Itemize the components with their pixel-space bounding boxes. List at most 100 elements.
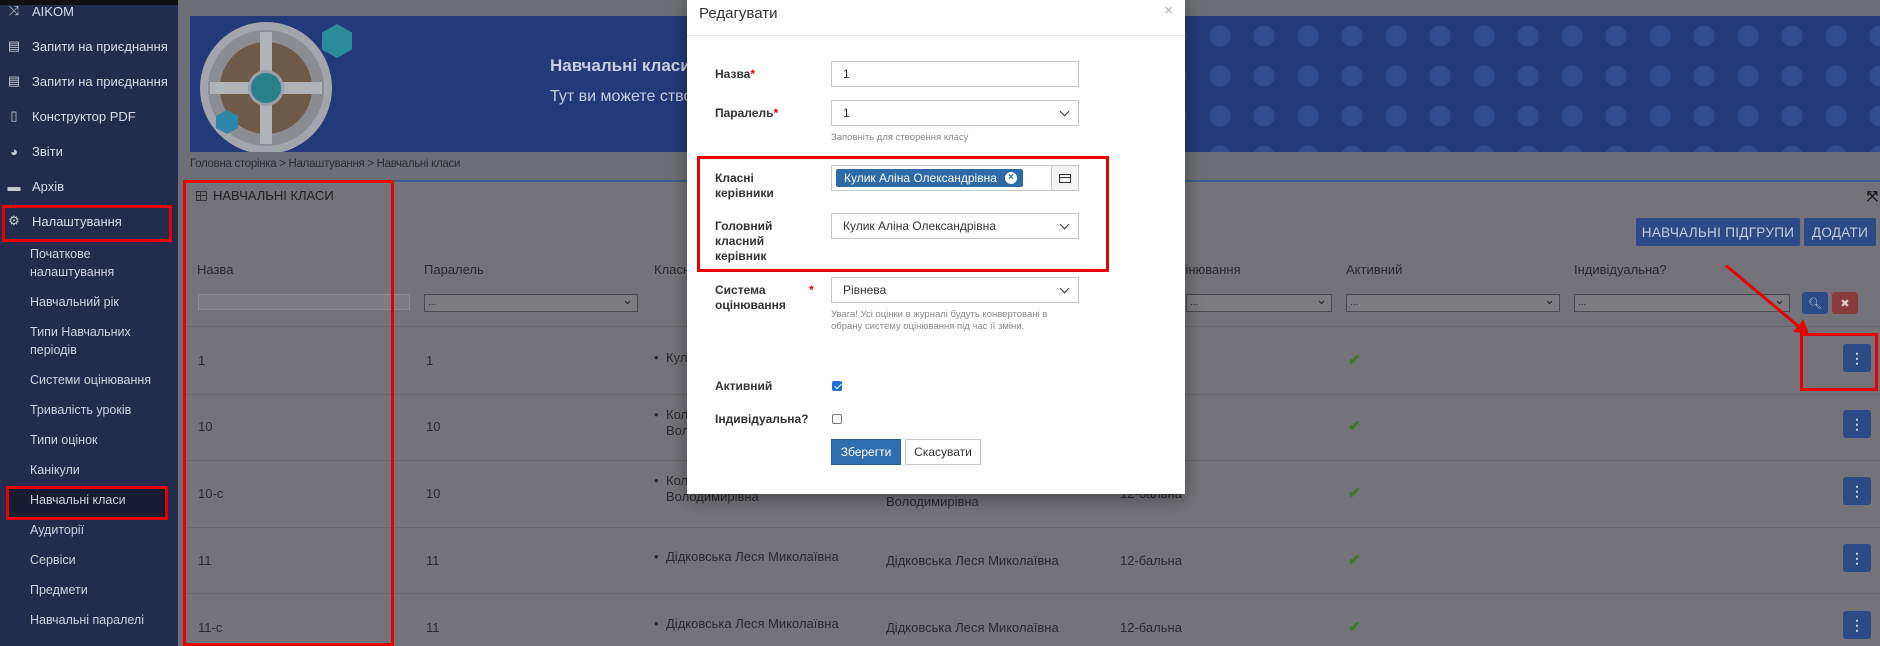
column-header-grading[interactable]: цінювання xyxy=(1178,262,1241,277)
cell-grading-system: 12-бальна xyxy=(1120,553,1182,568)
check-icon: ✔ xyxy=(1348,485,1361,502)
row-divider xyxy=(184,527,1880,528)
cell-parallel: 10 xyxy=(426,419,441,434)
highlight-teachers xyxy=(697,156,1109,272)
column-header-individual[interactable]: Індивідуальна? xyxy=(1574,262,1667,277)
parallel-hint: Заповніть для створення класу xyxy=(831,132,969,143)
sidebar-item-label: Запити на приєднання xyxy=(32,73,168,89)
row-divider xyxy=(184,593,1880,594)
highlight-name-column xyxy=(183,180,394,646)
shield-illustration xyxy=(200,22,332,152)
sidebar-item-label: AIKOM xyxy=(32,3,74,19)
pdf-icon: ▯ xyxy=(10,108,18,123)
sidebar-item-aikom[interactable]: ⤨ AIKOM xyxy=(0,2,178,20)
add-button[interactable]: ДОДАТИ xyxy=(1804,218,1876,246)
id-card-icon: ▤ xyxy=(7,73,21,88)
sidebar-subitem-rooms[interactable]: Аудиторії xyxy=(30,521,170,539)
sidebar-subitem-academic-year[interactable]: Навчальний рік xyxy=(30,293,170,311)
filter-parallel-select[interactable]: ... xyxy=(424,292,638,312)
cell-teacher: Кол xyxy=(654,473,688,488)
sidebar-subitem-initial-setup[interactable]: Початкове налаштування xyxy=(30,245,170,281)
save-button[interactable]: Зберегти xyxy=(831,439,901,465)
column-header-teachers[interactable]: Класн xyxy=(654,262,690,277)
kebab-icon: ⋮ xyxy=(1850,549,1864,566)
cell-teacher: Дідковська Леся Миколаївна xyxy=(654,549,839,564)
sidebar: ⤨ AIKOM ▤ Запити на приєднання ▤ Запити … xyxy=(0,0,178,646)
sidebar-subitem-lesson-duration[interactable]: Тривалість уроків xyxy=(30,401,170,419)
column-header-active[interactable]: Активний xyxy=(1346,262,1402,277)
sidebar-item-label: Запити на приєднання xyxy=(32,38,168,54)
kebab-icon: ⋮ xyxy=(1850,616,1864,633)
archive-icon: ▬ xyxy=(7,178,21,194)
individual-checkbox[interactable] xyxy=(832,414,842,424)
sidebar-subitem-parallels[interactable]: Навчальні паралелі xyxy=(30,611,170,629)
filter-active-select[interactable]: ... xyxy=(1346,292,1560,312)
filter-individual-select[interactable]: ... xyxy=(1574,292,1790,312)
modal-title: Редагувати xyxy=(699,5,778,22)
name-label: Назва* xyxy=(715,67,756,81)
sidebar-item-reports[interactable]: ◕ Звіти xyxy=(0,141,178,161)
sidebar-item-label: Звіти xyxy=(32,143,63,159)
check-icon: ✔ xyxy=(1348,552,1361,569)
row-actions-button[interactable]: ⋮ xyxy=(1843,410,1871,438)
parallel-select[interactable]: 1 xyxy=(831,100,1079,126)
sidebar-subitem-period-types[interactable]: Типи Навчальних періодів xyxy=(30,323,170,359)
filter-grading-select[interactable]: ... xyxy=(1186,292,1332,312)
cell-head-teacher: Дідковська Леся Миколаївна xyxy=(886,620,1059,635)
column-header-parallel[interactable]: Паралель xyxy=(424,262,484,277)
active-checkbox[interactable] xyxy=(832,381,842,391)
sidebar-subitem-subjects[interactable]: Предмети xyxy=(30,581,170,599)
check-icon: ✔ xyxy=(1348,619,1361,636)
cell-head-teacher: Дідковська Леся Миколаївна xyxy=(886,553,1059,568)
cell-parallel: 1 xyxy=(426,353,434,368)
sidebar-item-label: Архів xyxy=(32,178,65,194)
cell-teacher-line2: Вол xyxy=(666,423,690,438)
gem-illustration xyxy=(322,24,352,58)
shuffle-icon: ⤨ xyxy=(8,3,20,18)
sidebar-subitem-grading-systems[interactable]: Системи оцінювання xyxy=(30,371,170,389)
kebab-icon: ⋮ xyxy=(1850,482,1864,499)
close-icon: ✖ xyxy=(1840,297,1850,310)
clear-filter-button[interactable]: ✖ xyxy=(1832,292,1858,314)
cell-parallel: 11 xyxy=(426,553,440,568)
cell-parallel: 11 xyxy=(426,620,440,635)
grading-system-hint: Увага! Усі оцінки в журналі будуть конве… xyxy=(831,309,1048,332)
parallel-label: Паралель* xyxy=(715,106,779,120)
close-icon[interactable]: × xyxy=(1164,2,1173,19)
sidebar-item-label: Конструктор PDF xyxy=(32,108,136,124)
cell-teacher: Кул xyxy=(654,350,688,365)
row-actions-button[interactable]: ⋮ xyxy=(1843,477,1871,505)
search-icon: 🔍︎ xyxy=(1808,297,1822,310)
sidebar-item-pdf-builder[interactable]: ▯ Конструктор PDF xyxy=(0,106,178,126)
subgroups-button[interactable]: НАВЧАЛЬНІ ПІДГРУПИ xyxy=(1636,218,1800,246)
expand-icon[interactable]: ⤧ xyxy=(1867,188,1878,205)
sidebar-subitem-holidays[interactable]: Канікули xyxy=(30,461,170,479)
sidebar-item-archive[interactable]: ▬ Архів xyxy=(0,176,178,196)
cell-parallel: 10 xyxy=(426,486,441,501)
sidebar-subitem-services[interactable]: Сервіси xyxy=(30,551,170,569)
grading-system-select[interactable]: Рівнева xyxy=(831,277,1079,303)
cancel-button[interactable]: Скасувати xyxy=(905,439,981,465)
grading-system-label: Система оцінювання * xyxy=(715,283,814,312)
breadcrumb[interactable]: Головна сторінка > Налаштування > Навчал… xyxy=(190,158,460,170)
sidebar-item-join-requests-1[interactable]: ▤ Запити на приєднання xyxy=(0,36,178,56)
pie-chart-icon: ◕ xyxy=(10,143,18,159)
cell-teacher: Кол xyxy=(654,407,688,422)
highlight-settings xyxy=(2,205,172,242)
individual-label: Індивідуальна? xyxy=(715,412,809,426)
row-actions-button[interactable]: ⋮ xyxy=(1843,611,1871,639)
cell-head-teacher: Володимирівна xyxy=(886,494,979,509)
sidebar-item-join-requests-2[interactable]: ▤ Запити на приєднання xyxy=(0,71,178,91)
check-icon: ✔ xyxy=(1348,352,1361,369)
name-input[interactable]: 1 xyxy=(831,61,1079,87)
sidebar-subitem-grade-types[interactable]: Типи оцінок xyxy=(30,431,170,449)
highlight-classes xyxy=(6,486,168,520)
banner-title: Навчальні класи xyxy=(550,56,691,75)
id-card-icon: ▤ xyxy=(7,38,21,53)
highlight-row-actions xyxy=(1800,333,1878,391)
cell-grading-system: 12-бальна xyxy=(1120,620,1182,635)
search-button[interactable]: 🔍︎ xyxy=(1802,292,1828,314)
active-label: Активний xyxy=(715,379,773,393)
row-actions-button[interactable]: ⋮ xyxy=(1843,544,1871,572)
check-icon: ✔ xyxy=(1348,418,1361,435)
